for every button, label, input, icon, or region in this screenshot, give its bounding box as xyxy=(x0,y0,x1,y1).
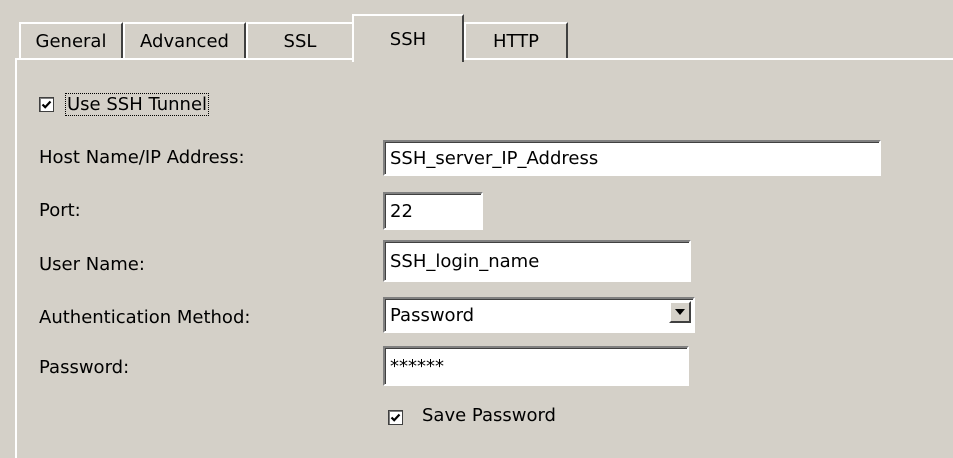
auth-method-value: Password xyxy=(390,304,475,326)
port-input[interactable]: 22 xyxy=(383,192,483,230)
tab-label: SSH xyxy=(389,28,427,50)
host-input[interactable]: SSH_server_IP_Address xyxy=(383,140,881,176)
host-label: Host Name/IP Address: xyxy=(39,147,245,168)
tab-label: HTTP xyxy=(492,31,540,52)
auth-method-select[interactable]: Password xyxy=(383,297,695,333)
save-password-checkbox[interactable] xyxy=(388,410,403,425)
tab-ssl[interactable]: SSL xyxy=(246,22,352,59)
tab-label: SSL xyxy=(283,31,317,52)
password-input[interactable]: ****** xyxy=(383,346,689,386)
use-ssh-tunnel-label[interactable]: Use SSH Tunnel xyxy=(65,93,210,116)
tab-label: Advanced xyxy=(140,31,229,52)
ssh-settings-panel: Use SSH Tunnel Host Name/IP Address: SSH… xyxy=(15,58,953,458)
tab-general[interactable]: General xyxy=(19,22,123,59)
tab-ssh[interactable]: SSH xyxy=(352,14,464,62)
user-name-input[interactable]: SSH_login_name xyxy=(383,240,691,282)
tab-label: General xyxy=(35,31,107,52)
password-label: Password: xyxy=(39,357,130,378)
use-ssh-tunnel-checkbox[interactable] xyxy=(39,97,54,112)
tab-strip: General Advanced SSL SSH HTTP xyxy=(0,0,953,62)
checkmark-icon xyxy=(390,413,401,422)
checkmark-icon xyxy=(41,100,52,109)
tab-advanced[interactable]: Advanced xyxy=(123,22,246,59)
port-label: Port: xyxy=(39,200,81,221)
auth-method-label: Authentication Method: xyxy=(39,307,251,328)
dropdown-button[interactable] xyxy=(669,301,691,323)
chevron-down-icon xyxy=(675,309,685,315)
user-name-label: User Name: xyxy=(39,254,145,275)
save-password-label[interactable]: Save Password xyxy=(422,405,556,426)
tab-http[interactable]: HTTP xyxy=(464,22,568,59)
